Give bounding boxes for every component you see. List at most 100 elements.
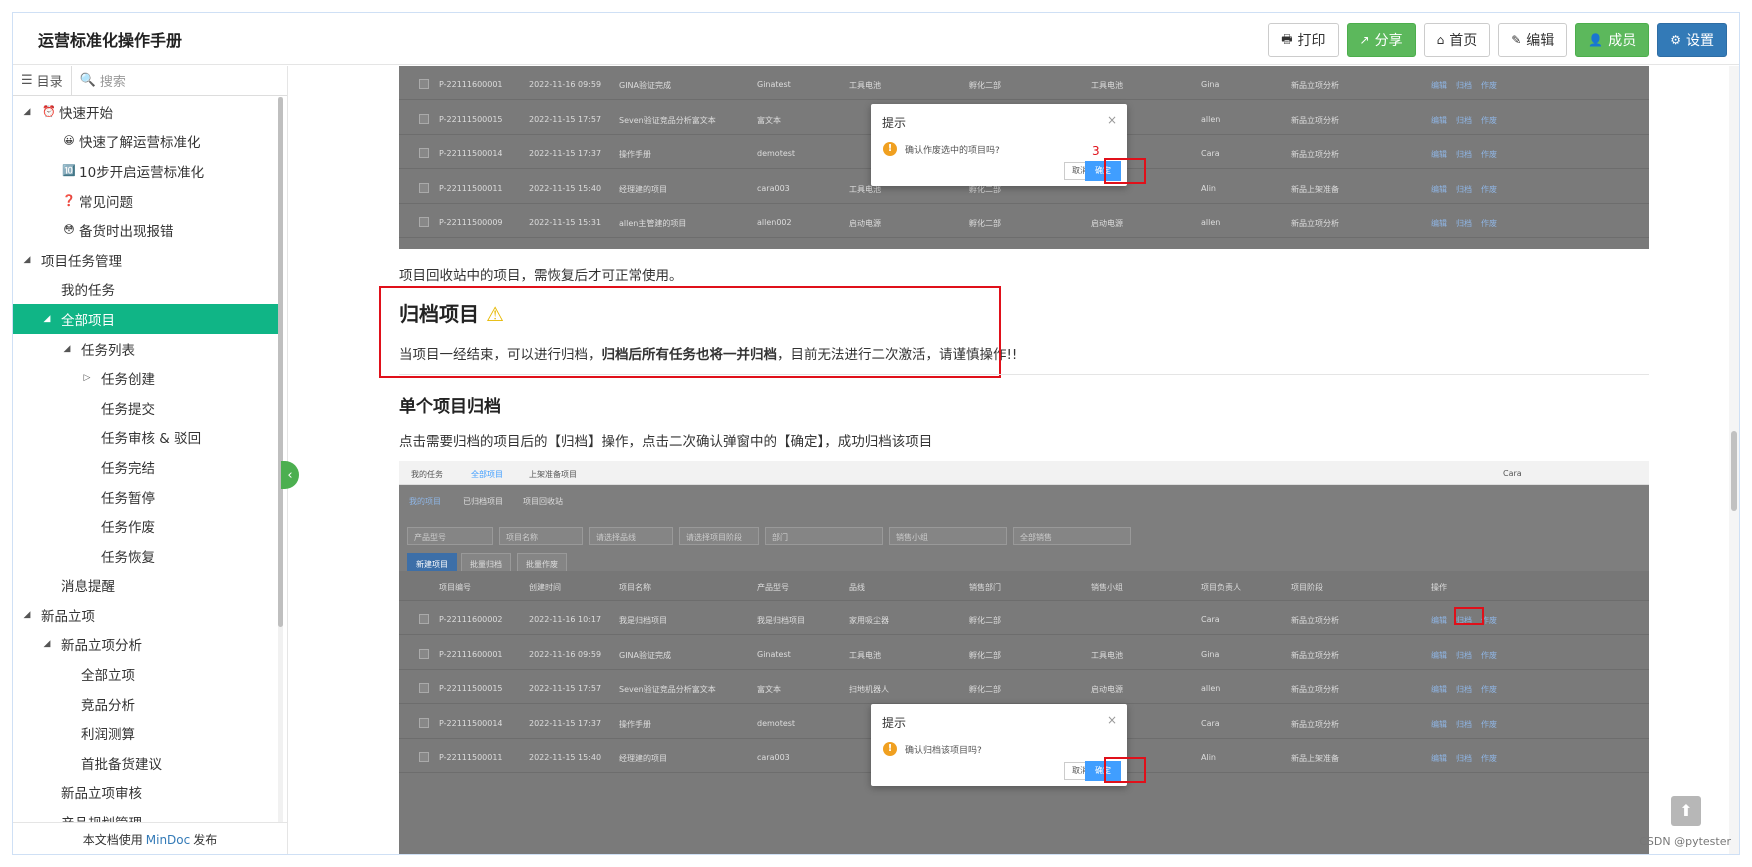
row-action-void[interactable]: 作废 <box>1481 149 1497 160</box>
row-action-edit[interactable]: 编辑 <box>1431 753 1447 764</box>
toc-item[interactable]: 任务恢复 <box>13 541 279 571</box>
toc-item[interactable]: 任务提交 <box>13 393 279 423</box>
toc-item[interactable]: ◢ 项目任务管理 <box>13 245 279 275</box>
row-action-archive[interactable]: 归档 <box>1456 80 1472 91</box>
edit-button[interactable]: ✎ 编辑 <box>1498 23 1568 57</box>
archive-confirm-dialog: 提示 × ! 确认归档该项目吗? 取消 确定 <box>871 704 1127 786</box>
row-action-void[interactable]: 作废 <box>1481 184 1497 195</box>
row-checkbox[interactable] <box>419 182 429 193</box>
share-button[interactable]: ↗ 分享 <box>1346 23 1416 57</box>
row-action-void[interactable]: 作废 <box>1481 650 1497 661</box>
toggle-icon[interactable]: ◢ <box>41 314 53 324</box>
toc-item[interactable]: 消息提醒 <box>13 571 279 601</box>
row-action-archive[interactable]: 归档 <box>1456 684 1472 695</box>
app-frame: 运营标准化操作手册 🖶 打印 ↗ 分享 ⌂ 首页 ✎ 编辑 👤 成员 ⚙ 设置 ☰ 目录 🔍… <box>12 12 1740 855</box>
dialog-message: 确认作废选中的项目吗? <box>905 146 1000 156</box>
edit-label: 编辑 <box>1526 33 1555 49</box>
toggle-icon[interactable]: ◢ <box>41 639 53 649</box>
row-action-edit[interactable]: 编辑 <box>1431 149 1447 160</box>
home-button[interactable]: ⌂ 首页 <box>1423 23 1491 57</box>
row-action-archive[interactable]: 归档 <box>1456 149 1472 160</box>
toc-item[interactable]: 😳 备货时出现报错 <box>13 215 279 245</box>
back-to-top-button[interactable]: ⬆ <box>1671 796 1701 826</box>
tab-search[interactable]: 🔍 搜索 <box>72 66 134 95</box>
row-action-edit[interactable]: 编辑 <box>1431 684 1447 695</box>
toc-item-label: 备货时出现报错 <box>79 224 174 241</box>
toc-item[interactable]: ❓ 常见问题 <box>13 186 279 216</box>
tab-toc[interactable]: ☰ 目录 <box>13 66 72 95</box>
shot-tab: 上架准备项目 <box>529 470 577 479</box>
row-action-archive[interactable]: 归档 <box>1456 184 1472 195</box>
row-action-edit[interactable]: 编辑 <box>1431 184 1447 195</box>
row-checkbox[interactable] <box>419 648 429 659</box>
row-action-void[interactable]: 作废 <box>1481 218 1497 229</box>
settings-button[interactable]: ⚙ 设置 <box>1657 23 1727 57</box>
toggle-icon[interactable]: ◢ <box>61 344 73 354</box>
toc-item[interactable]: 竞品分析 <box>13 689 279 719</box>
cell-stage: 新品立项分析 <box>1291 81 1339 90</box>
cell-line: 家用吸尘器 <box>849 616 889 625</box>
row-action-void[interactable]: 作废 <box>1481 115 1497 126</box>
row-action-archive[interactable]: 归档 <box>1456 115 1472 126</box>
row-checkbox[interactable] <box>419 113 429 124</box>
row-action-archive[interactable]: 归档 <box>1456 650 1472 661</box>
cell-stage: 新品上架准备 <box>1291 754 1339 763</box>
row-action-void[interactable]: 作废 <box>1481 719 1497 730</box>
toc-item[interactable]: 任务审核 & 驳回 <box>13 423 279 453</box>
row-action-edit[interactable]: 编辑 <box>1431 80 1447 91</box>
toc-item[interactable]: 新品立项审核 <box>13 778 279 808</box>
toc-item[interactable]: 全部立项 <box>13 659 279 689</box>
close-icon[interactable]: × <box>1107 113 1117 127</box>
row-action-edit[interactable]: 编辑 <box>1431 615 1447 626</box>
row-action-edit[interactable]: 编辑 <box>1431 719 1447 730</box>
close-icon[interactable]: × <box>1107 713 1117 727</box>
content-scroll-thumb[interactable] <box>1731 431 1737 511</box>
toc-item[interactable]: ◢ 任务列表 <box>13 334 279 364</box>
row-checkbox[interactable] <box>419 614 429 624</box>
toc-item[interactable]: 我的任务 <box>13 275 279 305</box>
print-button[interactable]: 🖶 打印 <box>1268 23 1339 57</box>
toc-item[interactable]: 🔟 10步开启运营标准化 <box>13 156 279 186</box>
row-checkbox[interactable] <box>419 79 429 89</box>
row-action-edit[interactable]: 编辑 <box>1431 650 1447 661</box>
toc-item[interactable]: 任务作废 <box>13 511 279 541</box>
toc-item[interactable]: ◢ ⏰ 快速开始 <box>13 97 279 127</box>
members-button[interactable]: 👤 成员 <box>1575 23 1650 57</box>
toggle-icon[interactable]: ▷ <box>81 373 93 383</box>
row-action-void[interactable]: 作废 <box>1481 80 1497 91</box>
sidebar-scroll-thumb[interactable] <box>278 97 283 627</box>
toc-item[interactable]: ◢ 新品立项 <box>13 600 279 630</box>
toc-item[interactable]: 首批备货建议 <box>13 748 279 778</box>
row-checkbox[interactable] <box>419 717 429 728</box>
toc-item[interactable]: 任务暂停 <box>13 482 279 512</box>
row-checkbox[interactable] <box>419 217 429 227</box>
row-action-edit[interactable]: 编辑 <box>1431 115 1447 126</box>
cell-model: demotest <box>757 149 796 158</box>
toc-item[interactable]: 利润测算 <box>13 718 279 748</box>
toc-item[interactable]: ◢ 新品立项分析 <box>13 630 279 660</box>
cell-owner: Gina <box>1201 649 1220 659</box>
cell-time: 2022-11-16 10:17 <box>529 615 602 624</box>
row-action-void[interactable]: 作废 <box>1481 753 1497 764</box>
sidebar-scrollbar[interactable] <box>278 97 283 822</box>
row-checkbox[interactable] <box>419 752 429 762</box>
row-action-void[interactable]: 作废 <box>1481 684 1497 695</box>
shot-filter: 请选择项目阶段 <box>679 527 759 545</box>
row-checkbox[interactable] <box>419 148 429 158</box>
mindoc-link[interactable]: MinDoc <box>146 833 190 847</box>
row-action-edit[interactable]: 编辑 <box>1431 218 1447 229</box>
content-scrollbar[interactable] <box>1729 66 1739 854</box>
toggle-icon[interactable]: ◢ <box>21 255 33 265</box>
row-checkbox[interactable] <box>419 683 429 693</box>
row-action-archive[interactable]: 归档 <box>1456 719 1472 730</box>
toc-item[interactable]: 😀 快速了解运营标准化 <box>13 127 279 157</box>
table-row: P-22111600001 2022-11-16 09:59 GINA验证完成 Gin… <box>399 66 1649 100</box>
row-action-archive[interactable]: 归档 <box>1456 753 1472 764</box>
toc-item[interactable]: 产品规划管理 <box>13 807 279 822</box>
toggle-icon[interactable]: ◢ <box>21 107 33 117</box>
toggle-icon[interactable]: ◢ <box>21 610 33 620</box>
toc-item[interactable]: 任务完结 <box>13 452 279 482</box>
toc-item[interactable]: ◢ 全部项目 <box>13 304 279 334</box>
row-action-archive[interactable]: 归档 <box>1456 218 1472 229</box>
toc-item[interactable]: ▷ 任务创建 <box>13 363 279 393</box>
